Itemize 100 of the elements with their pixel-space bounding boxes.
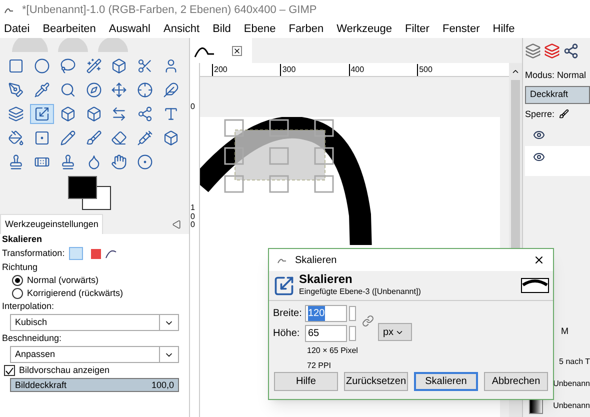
chain-icon[interactable]: [362, 315, 374, 327]
box-icon: [86, 106, 102, 122]
menu-item[interactable]: Filter: [405, 20, 430, 38]
field-label: Breite:: [273, 307, 303, 321]
pen-icon: [8, 82, 24, 98]
field-label: Interpolation:: [2, 301, 56, 312]
opacity-slider[interactable]: Bilddeckkraft 100,0: [10, 378, 179, 392]
nodes-icon: [137, 106, 154, 122]
radio-label: Normal (vorwärts): [27, 275, 99, 286]
stamp-icon: [8, 154, 24, 170]
path-icon: [104, 248, 117, 259]
dialog-button[interactable]: Skalieren: [414, 372, 478, 391]
number-field[interactable]: 120: [305, 305, 347, 322]
layers-icon[interactable]: [525, 42, 541, 58]
menu-item[interactable]: Auswahl: [108, 20, 150, 38]
dot-icon: [137, 154, 154, 170]
unit-dropdown[interactable]: px: [378, 323, 412, 341]
list-item[interactable]: Unbenann: [553, 400, 590, 412]
box-icon: [60, 106, 76, 122]
magnifier-icon: [60, 82, 76, 98]
slider-label: Bilddeckkraft: [15, 380, 67, 390]
paths-icon[interactable]: [563, 42, 579, 58]
stamp-icon: [60, 154, 76, 170]
radio-button[interactable]: [12, 288, 23, 299]
wand-icon: [86, 58, 102, 74]
menu-item[interactable]: Farben: [288, 20, 324, 38]
mode-label: Modus: Normal: [525, 69, 588, 82]
layers-icon: [8, 106, 24, 122]
slider-value: 100,0: [151, 380, 174, 390]
collapse-icon: [172, 220, 181, 228]
number-field[interactable]: 65: [305, 325, 347, 342]
size-info: 120 × 65 Pixel: [306, 345, 358, 357]
dialog-title: Skalieren: [295, 254, 337, 268]
menu-item[interactable]: Datei: [4, 20, 30, 38]
radio-button[interactable]: [12, 275, 23, 286]
ruler-label: 300: [280, 64, 296, 76]
ruler-label: 500: [417, 64, 432, 76]
scissors-icon: [137, 58, 154, 74]
checkbox-label: Bildvorschau anzeigen: [19, 365, 110, 376]
eraser-icon: [111, 130, 128, 146]
dialog-button[interactable]: Hilfe: [274, 372, 338, 391]
field-label: Transformation:: [2, 248, 65, 259]
dialog-subtitle: Eingefügte Ebene-3 ([Unbenannt]): [299, 286, 422, 298]
selection-mode-button[interactable]: [90, 248, 101, 258]
checkbox[interactable]: [4, 365, 15, 376]
ruler-label: 400: [348, 64, 364, 76]
brush-icon[interactable]: [558, 109, 569, 120]
eye-icon[interactable]: [533, 129, 545, 141]
dialog-button[interactable]: Abbrechen: [484, 372, 548, 391]
menu-item[interactable]: Fenster: [442, 20, 480, 38]
app-icon: [277, 256, 287, 264]
channels-icon[interactable]: [544, 42, 560, 58]
tool-options-tab[interactable]: Werkzeugeinstellungen: [0, 214, 104, 234]
close-icon[interactable]: [533, 254, 545, 266]
field-label: Höhe:: [273, 327, 301, 341]
dialog-button[interactable]: Zurücksetzen: [344, 372, 408, 391]
close-icon[interactable]: [232, 46, 242, 56]
eye-icon[interactable]: [533, 151, 545, 163]
box-icon: [163, 130, 180, 146]
resolution-info: 72 PPI: [306, 360, 332, 372]
pipette-icon: [34, 82, 50, 98]
arrows-icon: [111, 106, 128, 122]
ruler-label: 200: [212, 64, 228, 76]
menu-item[interactable]: Hilfe: [492, 20, 515, 38]
lock-label: Sperre:: [525, 108, 555, 121]
opacity-field[interactable]: Deckkraft: [525, 86, 590, 104]
move-icon: [111, 82, 128, 98]
ellipse-icon: [34, 58, 50, 74]
menu-item[interactable]: Bearbeiten: [42, 20, 96, 38]
menu-item[interactable]: Ebene: [244, 20, 276, 38]
field-label: Richtung: [2, 262, 39, 273]
rectangle-icon: [8, 58, 24, 74]
syringe-icon: [137, 130, 154, 146]
menu-item[interactable]: Bild: [212, 20, 231, 38]
lasso-icon: [60, 58, 76, 74]
bucket-icon: [8, 130, 24, 146]
ruler-label: 0: [190, 103, 196, 112]
radio-label: Korrigierend (rückwärts): [27, 288, 124, 299]
box-icon: [111, 58, 128, 74]
crosshair-icon: [137, 82, 154, 98]
compass-icon: [86, 82, 102, 98]
interpolation-dropdown[interactable]: Kubisch: [10, 314, 179, 331]
clipping-dropdown[interactable]: Anpassen: [10, 346, 179, 363]
layer-preview-drawing: [521, 278, 549, 293]
color-swatches-icon[interactable]: [68, 176, 112, 210]
swatch-label: M: [561, 325, 568, 338]
dialog-heading: Skalieren: [299, 273, 354, 286]
scroll-up-icon[interactable]: [511, 67, 520, 76]
menu-item[interactable]: Ansicht: [163, 20, 200, 38]
field-label: Beschneidung:: [2, 333, 63, 344]
menu-item[interactable]: Werkzeuge: [336, 20, 392, 38]
app-icon: [4, 6, 14, 14]
hand-icon: [111, 154, 128, 170]
tool-button[interactable]: [30, 104, 54, 124]
window-title: *[Unbenannt]-1.0 (RGB-Farben, 2 Ebenen) 640x400 – GIMP: [22, 2, 317, 18]
list-item[interactable]: 5 nach T: [559, 356, 590, 368]
scale-icon: [34, 106, 50, 122]
section-title: Skalieren: [2, 234, 44, 245]
scale-icon: [273, 274, 295, 296]
list-item[interactable]: Unbenann: [553, 378, 590, 390]
